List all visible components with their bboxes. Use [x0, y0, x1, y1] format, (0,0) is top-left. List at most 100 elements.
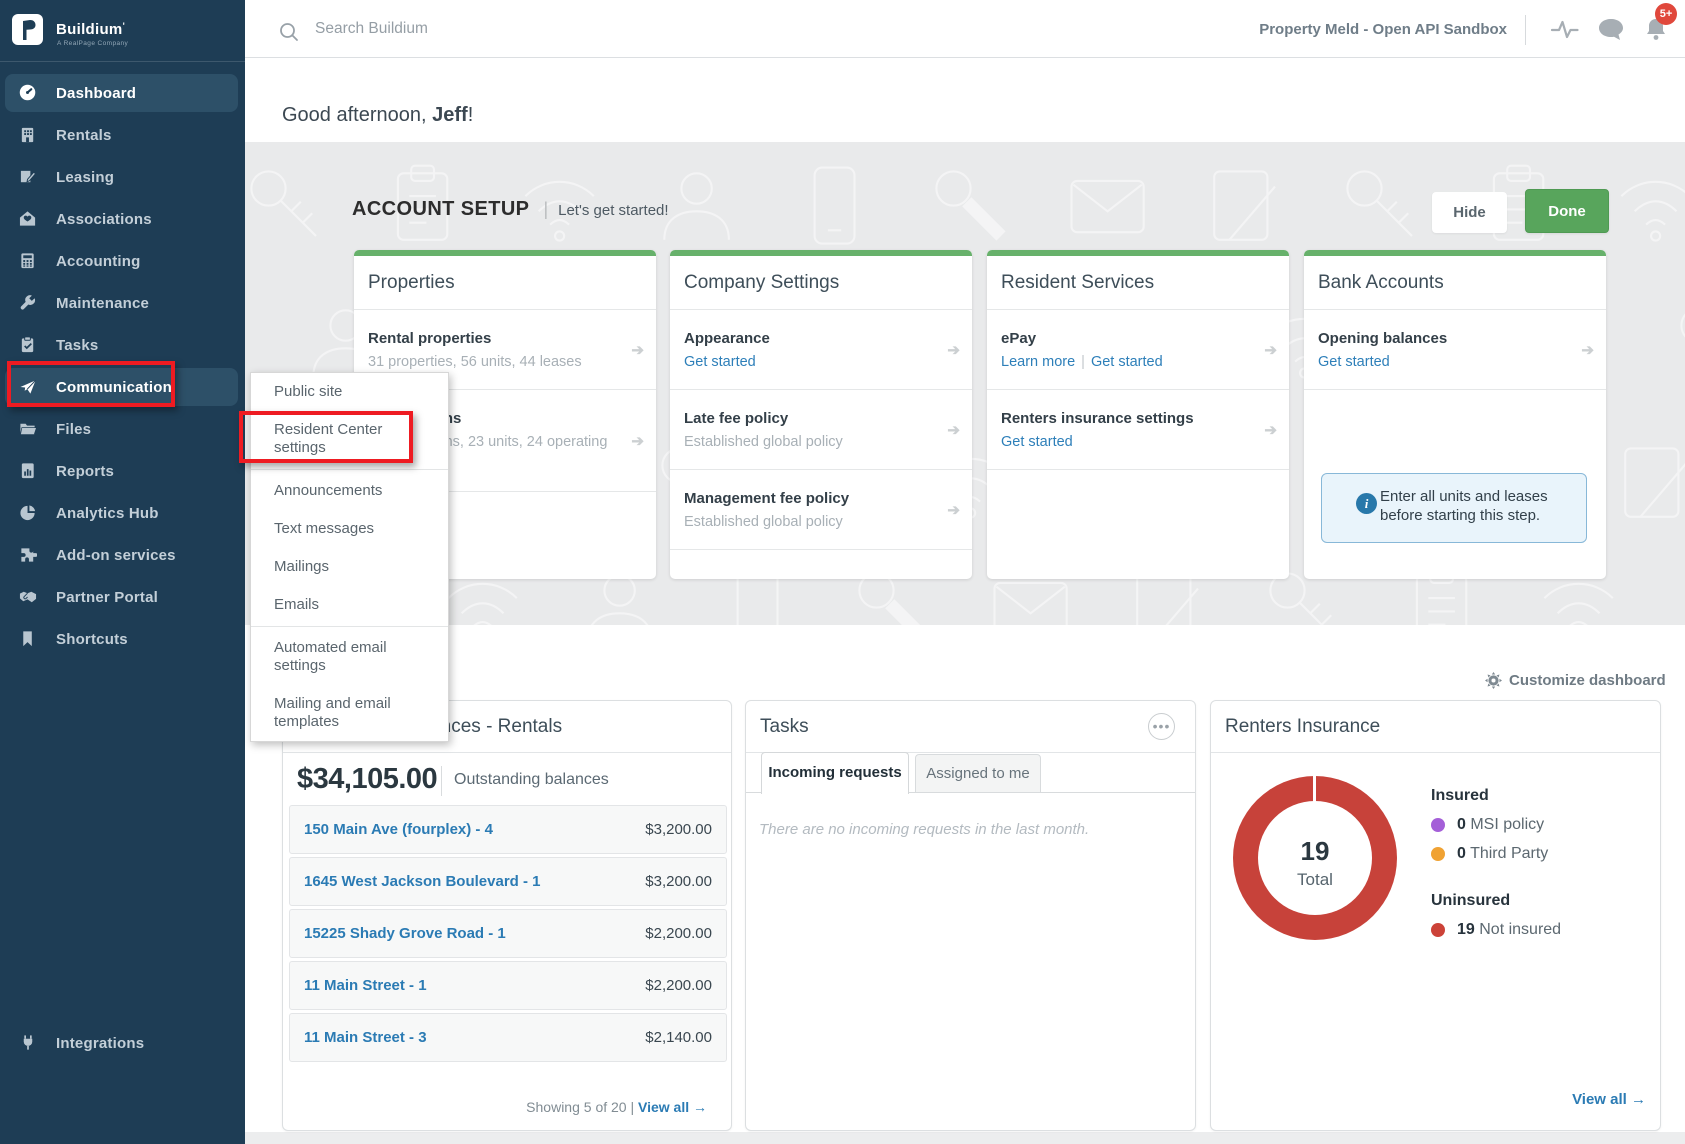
greeting-text: Good afternoon, Jeff!: [282, 104, 473, 127]
outstanding-total-label: Outstanding balances: [454, 771, 609, 789]
tasks-menu-button[interactable]: •••: [1148, 713, 1175, 740]
legend-item: 0 MSI policy: [1431, 815, 1641, 835]
sidebar-item-label: Shortcuts: [56, 631, 128, 648]
property-link[interactable]: 150 Main Ave (fourplex) - 4: [304, 821, 493, 838]
property-link[interactable]: 11 Main Street - 3: [304, 1029, 427, 1046]
tab-assigned-to-me[interactable]: Assigned to me: [915, 754, 1041, 793]
setup-card-title: Bank Accounts: [1304, 256, 1606, 310]
insurance-view-all-link[interactable]: View all →: [1572, 1091, 1646, 1108]
balance-row: 150 Main Ave (fourplex) - 4 $3,200.00: [289, 805, 727, 854]
legend-item: 19 Not insured: [1431, 920, 1641, 940]
get-started-link[interactable]: Get started: [1001, 434, 1073, 450]
sidebar-item-shortcuts[interactable]: Shortcuts: [0, 618, 245, 660]
outstanding-total: $34,105.00: [297, 763, 437, 796]
sidebar-item-tasks[interactable]: Tasks: [0, 324, 245, 366]
renters-insurance-card: Renters Insurance 19 Total Insured 0 MSI …: [1210, 700, 1661, 1131]
customize-dashboard-button[interactable]: Customize dashboard: [1485, 672, 1666, 689]
balance-amount: $3,200.00: [645, 821, 712, 838]
sidebar-item-add-on-services[interactable]: Add-on services: [0, 534, 245, 576]
hide-button[interactable]: Hide: [1432, 192, 1507, 233]
menu-item-mailing-and-email-templates[interactable]: Mailing and email templates: [251, 685, 448, 741]
setup-step-opening-balances[interactable]: Opening balancesGet started➔: [1304, 310, 1606, 390]
sidebar-item-label: Dashboard: [56, 85, 136, 102]
search-input[interactable]: [315, 14, 915, 44]
sidebar-item-integrations[interactable]: Integrations: [0, 1022, 245, 1064]
insurance-card-title: Renters Insurance: [1211, 701, 1660, 753]
sidebar-item-label: Rentals: [56, 127, 112, 144]
balance-amount: $3,200.00: [645, 873, 712, 890]
sidebar-item-files[interactable]: Files: [0, 408, 245, 450]
menu-item-mailings[interactable]: Mailings: [251, 548, 448, 586]
arrow-icon: ➔: [1581, 341, 1594, 359]
setup-step-renters-insurance-settings[interactable]: Renters insurance settingsGet started➔: [987, 390, 1289, 470]
sidebar-item-analytics-hub[interactable]: Analytics Hub: [0, 492, 245, 534]
legend-dot: [1431, 847, 1445, 861]
info-icon: i: [1356, 493, 1377, 514]
setup-card-company-settings: Company SettingsAppearanceGet started➔La…: [670, 250, 972, 579]
account-name-label[interactable]: Property Meld - Open API Sandbox: [1259, 21, 1507, 38]
tasks-empty-message: There are no incoming requests in the la…: [759, 821, 1089, 838]
sidebar-item-label: Analytics Hub: [56, 505, 159, 522]
activity-pulse-icon[interactable]: [1550, 17, 1580, 41]
setup-step-management-fee-policy[interactable]: Management fee policyEstablished global …: [670, 470, 972, 550]
setup-card-title: Properties: [354, 256, 656, 310]
arrow-icon: ➔: [947, 341, 960, 359]
legend-group-header: Uninsured: [1431, 892, 1641, 910]
get-started-link[interactable]: Get started: [684, 354, 756, 370]
sidebar-item-associations[interactable]: Associations: [0, 198, 245, 240]
menu-item-public-site[interactable]: Public site: [251, 373, 448, 411]
balance-amount: $2,200.00: [645, 925, 712, 942]
balance-row: 15225 Shady Grove Road - 1 $2,200.00: [289, 909, 727, 958]
sidebar-item-partner-portal[interactable]: Partner Portal: [0, 576, 245, 618]
setup-card-title: Resident Services: [987, 256, 1289, 310]
chat-icon[interactable]: [1597, 17, 1625, 42]
tasks-card: Tasks ••• Incoming requests Assigned to …: [745, 700, 1196, 1131]
balances-view-all-link[interactable]: View all →: [638, 1099, 707, 1115]
sidebar-item-maintenance[interactable]: Maintenance: [0, 282, 245, 324]
logo-subtitle: A RealPage Company: [57, 40, 128, 47]
account-setup-section: ACCOUNT SETUP | Let's get started! Hide …: [245, 142, 1685, 625]
sidebar-item-rentals[interactable]: Rentals: [0, 114, 245, 156]
annotation-box-communication: [7, 361, 175, 407]
menu-item-announcements[interactable]: Announcements: [251, 472, 448, 510]
menu-item-emails[interactable]: Emails: [251, 586, 448, 624]
menu-item-text-messages[interactable]: Text messages: [251, 510, 448, 548]
setup-step-epay[interactable]: ePayLearn more|Get started➔: [987, 310, 1289, 390]
sidebar-item-dashboard[interactable]: Dashboard: [0, 72, 245, 114]
learn-more-link[interactable]: Learn more: [1001, 354, 1075, 370]
get-started-link[interactable]: Get started: [1091, 354, 1163, 370]
legend-dot: [1431, 923, 1445, 937]
buildium-logo-icon: [12, 14, 43, 45]
balance-row: 1645 West Jackson Boulevard - 1 $3,200.00: [289, 857, 727, 906]
arrow-icon: ➔: [631, 341, 644, 359]
building-icon: [19, 126, 37, 144]
done-button[interactable]: Done: [1525, 189, 1609, 233]
legend-item: 0 Third Party: [1431, 844, 1641, 864]
insurance-donut-chart: 19 Total: [1233, 776, 1397, 940]
property-link[interactable]: 1645 West Jackson Boulevard - 1: [304, 873, 541, 890]
calculator-icon: [19, 252, 37, 270]
tasks-card-title: Tasks: [746, 701, 1195, 753]
legend-group-header: Insured: [1431, 787, 1641, 805]
gauge-icon: [19, 84, 37, 102]
setup-card-bank-accounts: Bank AccountsOpening balancesGet started…: [1304, 250, 1606, 579]
tab-incoming-requests[interactable]: Incoming requests: [761, 752, 909, 794]
balance-amount: $2,140.00: [645, 1029, 712, 1046]
get-started-link[interactable]: Get started: [1318, 354, 1390, 370]
buildium-logo[interactable]: Buildium' A RealPage Company: [0, 0, 245, 62]
sidebar-item-accounting[interactable]: Accounting: [0, 240, 245, 282]
sidebar-item-label: Tasks: [56, 337, 98, 354]
sidebar-item-leasing[interactable]: Leasing: [0, 156, 245, 198]
sidebar-item-label: Maintenance: [56, 295, 149, 312]
search-icon: [278, 21, 300, 43]
menu-item-automated-email-settings[interactable]: Automated email settings: [251, 629, 448, 685]
sidebar-item-reports[interactable]: Reports: [0, 450, 245, 492]
setup-step-appearance[interactable]: AppearanceGet started➔: [670, 310, 972, 390]
folder-icon: [19, 420, 37, 438]
property-link[interactable]: 11 Main Street - 1: [304, 977, 427, 994]
arrow-icon: ➔: [631, 432, 644, 450]
property-link[interactable]: 15225 Shady Grove Road - 1: [304, 925, 506, 942]
sidebar-item-label: Partner Portal: [56, 589, 158, 606]
section-title: ACCOUNT SETUP: [352, 198, 529, 221]
setup-step-late-fee-policy[interactable]: Late fee policyEstablished global policy…: [670, 390, 972, 470]
